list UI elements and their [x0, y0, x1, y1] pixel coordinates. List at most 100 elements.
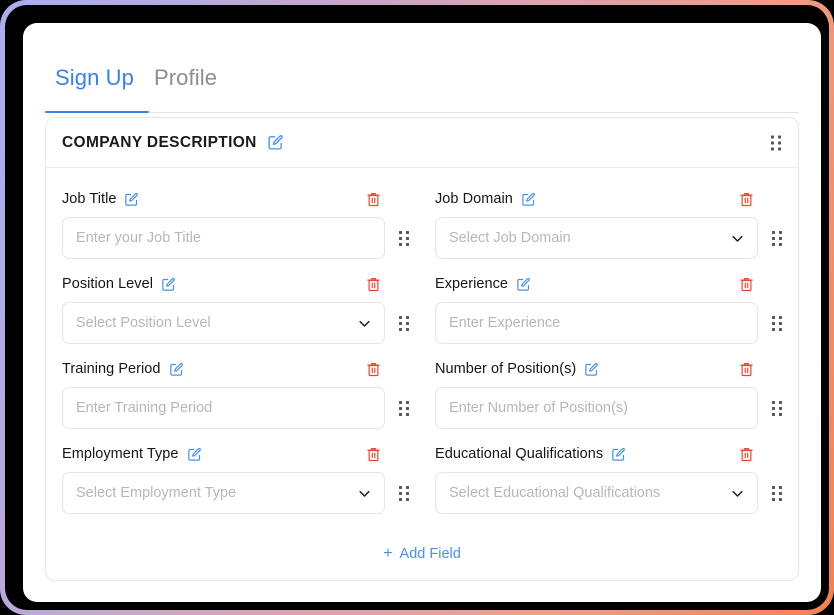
gradient-window-frame: Sign Up Profile COMPANY DESCRIPTION Job … [0, 0, 834, 615]
field-edit-icon[interactable] [611, 447, 626, 462]
section-header: COMPANY DESCRIPTION [46, 118, 798, 168]
field-edit-icon[interactable] [161, 277, 176, 292]
field-label-row: Job Title [62, 188, 409, 210]
field-input[interactable]: Enter your Job Title [62, 217, 385, 259]
add-field-row: + Add Field [46, 542, 798, 566]
field-control-row: Enter Training Period [62, 387, 409, 429]
field-placeholder: Enter your Job Title [76, 230, 201, 246]
field-select[interactable]: Select Position Level [62, 302, 385, 344]
field-block: Job Domain Select Job Domain [435, 182, 782, 267]
drag-dot [399, 400, 402, 404]
field-block: Experience Enter Experience [435, 267, 782, 352]
field-delete-icon[interactable] [366, 446, 381, 463]
field-drag-handle[interactable] [772, 315, 782, 331]
window-inner-background: Sign Up Profile COMPANY DESCRIPTION Job … [5, 5, 829, 610]
drag-dot [771, 147, 774, 150]
field-delete-icon[interactable] [739, 276, 754, 293]
field-drag-handle[interactable] [399, 230, 409, 246]
field-input[interactable]: Enter Number of Position(s) [435, 387, 758, 429]
field-control-row: Select Job Domain [435, 217, 782, 259]
drag-dot [772, 491, 775, 495]
drag-dot [406, 242, 409, 246]
drag-dot [779, 406, 782, 410]
field-drag-handle[interactable] [772, 400, 782, 416]
field-edit-icon[interactable] [521, 192, 536, 207]
field-delete-icon[interactable] [739, 446, 754, 463]
field-edit-icon[interactable] [187, 447, 202, 462]
drag-dot [399, 315, 402, 319]
field-select[interactable]: Select Employment Type [62, 472, 385, 514]
drag-dot [406, 321, 409, 325]
field-drag-handle[interactable] [399, 485, 409, 501]
field-label: Job Domain [435, 191, 513, 207]
drag-dot [772, 230, 775, 234]
drag-dot [779, 491, 782, 495]
drag-dot [399, 242, 402, 246]
drag-dot [772, 497, 775, 501]
tab-profile[interactable]: Profile [144, 67, 227, 103]
field-edit-icon[interactable] [124, 192, 139, 207]
field-select[interactable]: Select Job Domain [435, 217, 758, 259]
field-placeholder: Enter Experience [449, 315, 561, 331]
drag-dot [779, 497, 782, 501]
plus-icon: + [383, 545, 393, 562]
chevron-down-icon [730, 486, 745, 501]
tab-bar: Sign Up Profile [45, 45, 799, 113]
field-placeholder: Enter Training Period [76, 400, 213, 416]
field-delete-icon[interactable] [366, 276, 381, 293]
field-input[interactable]: Enter Experience [435, 302, 758, 344]
drag-dot [406, 406, 409, 410]
field-drag-handle[interactable] [772, 230, 782, 246]
drag-dot [772, 406, 775, 410]
drag-dot [399, 321, 402, 325]
field-block: Position Level Select Position Level [62, 267, 409, 352]
field-delete-icon[interactable] [366, 191, 381, 208]
add-field-button[interactable]: + Add Field [377, 542, 467, 566]
field-control-row: Select Employment Type [62, 472, 409, 514]
field-input[interactable]: Enter Training Period [62, 387, 385, 429]
field-label: Training Period [62, 361, 161, 377]
field-label: Educational Qualifications [435, 446, 604, 462]
field-label: Number of Position(s) [435, 361, 577, 377]
drag-dot [778, 141, 781, 144]
drag-dot [779, 242, 782, 246]
field-drag-handle[interactable] [399, 315, 409, 331]
field-label-row: Training Period [62, 358, 409, 380]
field-delete-icon[interactable] [739, 361, 754, 378]
drag-dot [779, 230, 782, 234]
drag-dot [779, 236, 782, 240]
tab-sign-up[interactable]: Sign Up [45, 67, 144, 103]
field-delete-icon[interactable] [739, 191, 754, 208]
field-label-row: Employment Type [62, 443, 409, 465]
page-surface: Sign Up Profile COMPANY DESCRIPTION Job … [23, 23, 821, 602]
field-edit-icon[interactable] [516, 277, 531, 292]
company-description-section: COMPANY DESCRIPTION Job Title Enter your… [45, 117, 799, 581]
field-label: Job Title [62, 191, 117, 207]
field-label-row: Job Domain [435, 188, 782, 210]
drag-dot [778, 147, 781, 150]
field-drag-handle[interactable] [772, 485, 782, 501]
field-select[interactable]: Select Educational Qualifications [435, 472, 758, 514]
drag-dot [779, 321, 782, 325]
section-title: COMPANY DESCRIPTION [62, 133, 257, 151]
drag-dot [406, 327, 409, 331]
drag-dot [406, 236, 409, 240]
section-edit-icon[interactable] [267, 134, 284, 151]
section-drag-handle[interactable] [771, 135, 781, 150]
field-control-row: Select Educational Qualifications [435, 472, 782, 514]
drag-dot [399, 491, 402, 495]
field-edit-icon[interactable] [169, 362, 184, 377]
field-drag-handle[interactable] [399, 400, 409, 416]
field-block: Number of Position(s) Enter Number of Pos… [435, 352, 782, 437]
drag-dot [406, 485, 409, 489]
drag-dot [779, 412, 782, 416]
field-placeholder: Select Job Domain [449, 230, 571, 246]
field-block: Training Period Enter Training Period [62, 352, 409, 437]
drag-dot [406, 491, 409, 495]
drag-dot [399, 406, 402, 410]
field-label: Position Level [62, 276, 153, 292]
drag-dot [399, 327, 402, 331]
field-edit-icon[interactable] [584, 362, 599, 377]
field-delete-icon[interactable] [366, 361, 381, 378]
field-label-row: Position Level [62, 273, 409, 295]
